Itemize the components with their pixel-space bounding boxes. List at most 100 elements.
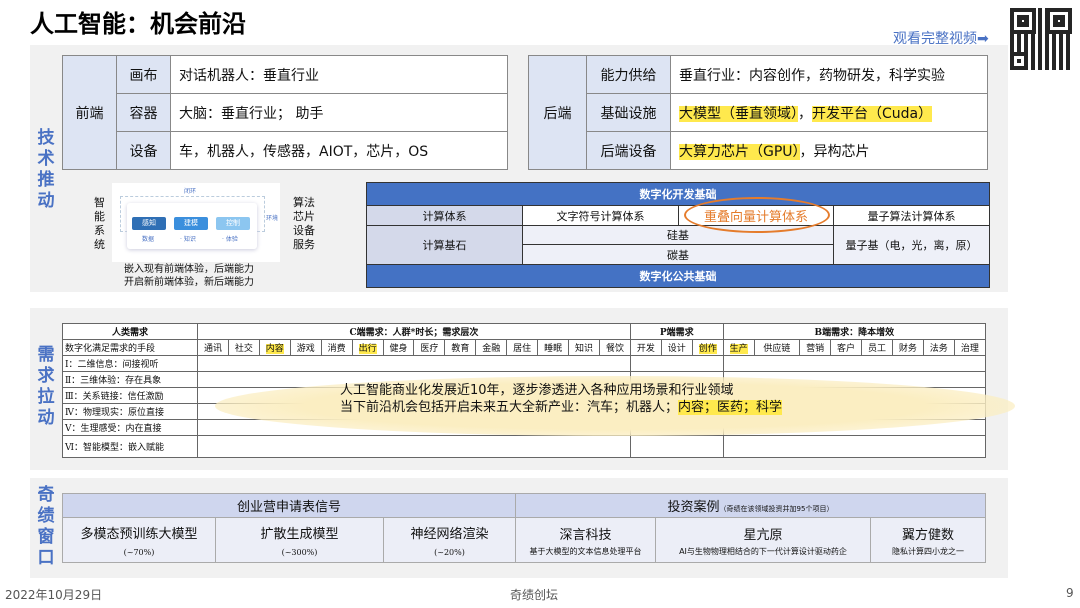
column-label: 开发 xyxy=(636,344,655,354)
demand-column: 餐饮 xyxy=(598,339,631,356)
demand-column: 睡眠 xyxy=(537,339,570,356)
column-label: 睡眠 xyxy=(544,344,563,354)
sub-data: 数据 xyxy=(142,236,155,243)
diagram-caption: 嵌入现有前端体验，后端能力 开启新前端体验，新后端能力 xyxy=(124,263,254,289)
note-highlight: 内容；医药；科学 xyxy=(678,400,783,415)
c-cell xyxy=(197,435,631,458)
note-line: 人工智能商业化发展近10年，逐步渗透进入各种应用场景和行业领域 xyxy=(340,383,734,398)
demand-column: 法务 xyxy=(922,339,955,356)
case: 翼方健数隐私计算四小龙之一 xyxy=(870,517,986,563)
cases-header: 投资案例（奇绩在该领域投资并加95个项目） xyxy=(515,493,986,518)
demand-column: 社交 xyxy=(227,339,260,356)
column-label: 教育 xyxy=(451,344,470,354)
row-key: 设备 xyxy=(116,131,171,170)
row-value: 大脑：垂直行业； 助手 xyxy=(170,93,508,132)
sub-knowledge: · 知识 xyxy=(180,236,196,243)
demand-column: 知识 xyxy=(568,339,600,356)
window-side-label: 奇绩窗口 xyxy=(37,485,55,568)
case-name: 星亢原 xyxy=(743,527,783,543)
b-cell xyxy=(722,355,987,372)
highlight: 大算力芯片（GPU） xyxy=(679,143,800,160)
step-perceive: 感知 xyxy=(132,217,166,230)
case-desc: 基于大模型的文本信息处理平台 xyxy=(529,546,642,556)
column-label: 设计 xyxy=(667,344,686,354)
column-label: 通讯 xyxy=(203,344,222,354)
column-label: 财务 xyxy=(898,344,917,354)
header: C端需求：人群*时长；需求层次 xyxy=(197,323,631,340)
signal-name: 扩散生成模型 xyxy=(260,527,339,542)
cases-title: 投资案例 xyxy=(667,500,720,515)
text: ，异构芯片 xyxy=(799,143,870,160)
sub-experience: · 体验 xyxy=(222,236,238,243)
cell: 文字符号计算体系 xyxy=(522,205,679,226)
row-value: 大算力芯片（GPU），异构芯片 xyxy=(670,131,988,170)
column-label: 内容 xyxy=(265,344,284,354)
compute-bottom-header: 数字化公共基础 xyxy=(366,264,990,288)
level-label: Ⅴ：生理感受：内在直接 xyxy=(62,419,198,436)
signal-pct: (~20%) xyxy=(434,548,465,557)
signal: 扩散生成模型 (~300%) xyxy=(215,517,384,563)
demand-side-label: 需求拉动 xyxy=(37,345,55,428)
column-label: 餐饮 xyxy=(605,344,624,354)
diagram-left-label: 智能系统 xyxy=(94,196,105,251)
frontend-label: 前端 xyxy=(62,55,117,170)
page-title: 人工智能：机会前沿 xyxy=(30,10,246,38)
level-row: Ⅰ：二维信息：间接视听 xyxy=(62,355,987,372)
window-table: 创业营申请表信号 投资案例（奇绩在该领域投资并加95个项目） 多模态预训练大模型(… xyxy=(62,493,986,563)
caption-line: 嵌入现有前端体验，后端能力 xyxy=(124,264,254,275)
level-label: Ⅵ：智能模型：嵌入赋能 xyxy=(62,435,198,458)
column-label: 治理 xyxy=(960,344,979,354)
header: P端需求 xyxy=(629,323,724,340)
row-key: 基础设施 xyxy=(586,93,671,132)
demand-column: 设计 xyxy=(660,339,693,356)
case-desc: 隐私计算四小龙之一 xyxy=(892,546,964,556)
demand-column: 内容 xyxy=(258,339,291,356)
column-label: 创作 xyxy=(698,344,717,354)
frontend-table: 前端 画布 对话机器人：垂直行业 容器 大脑：垂直行业； 助手 设备 车，机器人，传… xyxy=(62,55,508,170)
demand-column: 教育 xyxy=(444,339,477,356)
column-label: 客户 xyxy=(837,344,856,354)
demand-column: 健身 xyxy=(382,339,415,356)
column-label: 消费 xyxy=(327,344,346,354)
case: 深言科技基于大模型的文本信息处理平台 xyxy=(515,517,656,563)
case-desc: AI与生物物理相结合的下一代计算设计驱动药企 xyxy=(679,546,847,556)
compute-top-header: 数字化开发基础 xyxy=(366,182,990,206)
c-cell xyxy=(197,355,631,372)
row-value: 车，机器人，传感器，AIOT，芯片，OS xyxy=(170,131,508,170)
footer-date: 2022年10月29日 xyxy=(5,588,103,602)
tech-side-label: 技术推动 xyxy=(37,128,55,211)
column-label: 员工 xyxy=(867,344,886,354)
compute-table: 数字化开发基础 计算体系 文字符号计算体系 重叠向量计算体系 量子算法计算体系 计算基… xyxy=(366,182,990,288)
case: 星亢原 AI与生物物理相结合的下一代计算设计驱动药企 xyxy=(655,517,871,563)
means-label: 数字化满足需求的手段 xyxy=(62,339,198,356)
cell: 碳基 xyxy=(522,244,834,265)
row-key: 后端设备 xyxy=(586,131,671,170)
demand-column: 财务 xyxy=(891,339,924,356)
row-key: 容器 xyxy=(116,93,171,132)
highlight: 大模型（垂直领域） xyxy=(679,105,798,122)
row-value: 对话机器人：垂直行业 xyxy=(170,55,508,94)
step-model: 建模 xyxy=(174,217,208,230)
step-control: 控制 xyxy=(216,217,250,230)
cell: 计算体系 xyxy=(366,205,523,226)
p-cell xyxy=(629,355,724,372)
p-cell xyxy=(629,435,724,458)
cases-sub: （奇绩在该领域投资并加95个项目） xyxy=(719,505,834,513)
signal: 多模态预训练大模型 (~70%) xyxy=(62,517,216,563)
column-label: 健身 xyxy=(389,344,408,354)
demand-column: 游戏 xyxy=(289,339,322,356)
note-text: 人工智能商业化发展近10年，逐步渗透进入各种应用场景和行业领域 当下前沿机会包括开… xyxy=(340,382,783,416)
row-key: 能力供给 xyxy=(586,55,671,94)
note-line: 当下前沿机会包括开启未来五大全新产业：汽车；机器人； xyxy=(340,400,679,415)
cell: 计算基石 xyxy=(366,225,523,265)
case-name: 深言科技 xyxy=(559,527,612,543)
signals-header: 创业营申请表信号 xyxy=(62,493,516,518)
header: 人类需求 xyxy=(62,323,198,340)
caption-line: 开启新前端体验，新后端能力 xyxy=(124,277,254,288)
backend-table: 后端 能力供给 垂直行业：内容创作，药物研发，科学实验 基础设施 大模型（垂直领… xyxy=(528,55,988,170)
column-label: 法务 xyxy=(929,344,948,354)
qr-code[interactable] xyxy=(1010,8,1072,70)
case-name: 翼方健数 xyxy=(901,527,954,543)
row-value: 大模型（垂直领域），开发平台（Cuda） xyxy=(670,93,988,132)
column-label: 供应链 xyxy=(763,344,791,354)
